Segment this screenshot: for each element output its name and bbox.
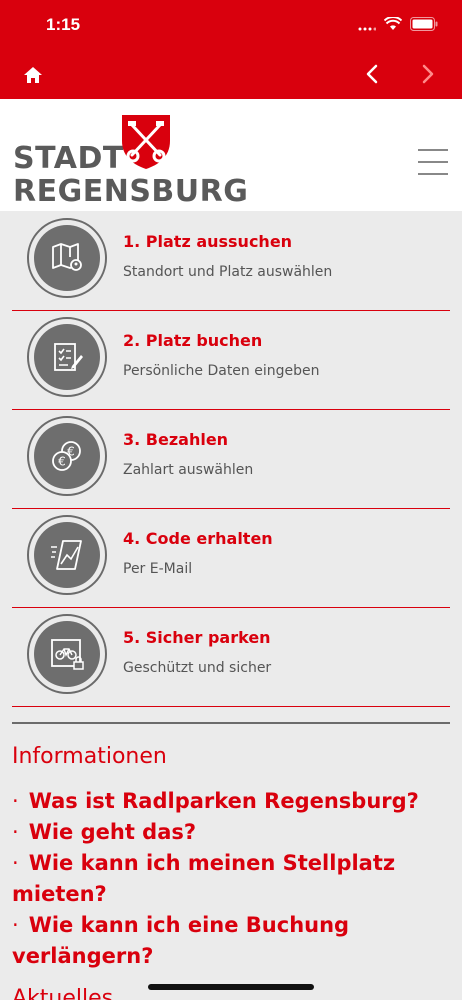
battery-icon (410, 16, 438, 35)
step-subtitle: Persönliche Daten eingeben (123, 363, 320, 379)
info-link-label: Wie kann ich meinen Stellplatz mieten? (12, 851, 396, 906)
forward-button[interactable] (414, 61, 440, 87)
home-button[interactable] (20, 62, 46, 88)
mail-code-icon (51, 540, 82, 570)
step-title: 2. Platz buchen (123, 331, 263, 350)
step-icon-circle: € € (27, 416, 107, 496)
system-icons (358, 16, 438, 35)
wifi-icon (383, 16, 403, 35)
logo-line-2: REGENSBURG (13, 174, 249, 209)
step-title: 4. Code erhalten (123, 529, 273, 548)
step-subtitle: Geschützt und sicher (123, 660, 272, 676)
step-item[interactable]: 5. Sicher parken Geschützt und sicher (12, 608, 450, 707)
checklist-icon (54, 343, 83, 371)
status-bar: 1:15 (0, 0, 462, 50)
menu-button[interactable] (418, 149, 448, 175)
step-icon-circle (27, 515, 107, 595)
chevron-left-icon (366, 64, 378, 84)
back-button[interactable] (360, 61, 386, 87)
info-link-mieten[interactable]: · Wie kann ich meinen Stellplatz mieten? (12, 848, 452, 910)
info-link-verlaengern[interactable]: · Wie kann ich eine Buchung verlängern? (12, 910, 452, 972)
info-link-was-ist[interactable]: · Was ist Radlparken Regensburg? (12, 786, 452, 817)
step-item[interactable]: 1. Platz aussuchen Standort und Platz au… (12, 212, 450, 311)
step-item[interactable]: 2. Platz buchen Persönliche Daten eingeb… (12, 311, 450, 410)
step-subtitle: Zahlart auswählen (123, 462, 254, 478)
step-title: 1. Platz aussuchen (123, 232, 293, 251)
svg-text:€: € (58, 455, 66, 469)
coat-of-arms-icon (122, 115, 170, 169)
cellular-icon (358, 16, 377, 35)
site-header: STADT REGENSBURG (0, 99, 462, 211)
step-item[interactable]: 4. Code erhalten Per E-Mail (12, 509, 450, 608)
info-link-label: Wie geht das? (28, 820, 197, 844)
step-icon-circle (27, 614, 107, 694)
aktuelles-heading: Aktuelles (12, 986, 114, 1000)
map-pin-icon (52, 243, 82, 271)
info-links: · Was ist Radlparken Regensburg? · Wie geh… (12, 786, 452, 972)
info-heading: Informationen (12, 744, 167, 769)
info-link-wie-geht[interactable]: · Wie geht das? (12, 817, 452, 848)
nav-bar (0, 50, 462, 99)
step-subtitle: Per E-Mail (123, 561, 193, 577)
bike-lock-icon (51, 639, 84, 670)
steps-list: 1. Platz aussuchen Standort und Platz au… (12, 212, 450, 707)
step-title: 3. Bezahlen (123, 430, 229, 449)
step-icon-circle (27, 218, 107, 298)
info-link-label: Wie kann ich eine Buchung verlängern? (12, 913, 350, 968)
step-icon-circle (27, 317, 107, 397)
step-subtitle: Standort und Platz auswählen (123, 264, 333, 280)
euro-coins-icon: € € (52, 441, 81, 471)
home-icon (24, 67, 42, 83)
chevron-right-icon (422, 64, 434, 84)
step-item[interactable]: € € 3. Bezahlen Zahlart auswählen (12, 410, 450, 509)
info-link-label: Was ist Radlparken Regensburg? (28, 789, 419, 813)
status-time: 1:15 (46, 15, 81, 34)
section-divider (12, 722, 450, 724)
step-title: 5. Sicher parken (123, 628, 271, 647)
home-indicator[interactable] (148, 984, 314, 990)
